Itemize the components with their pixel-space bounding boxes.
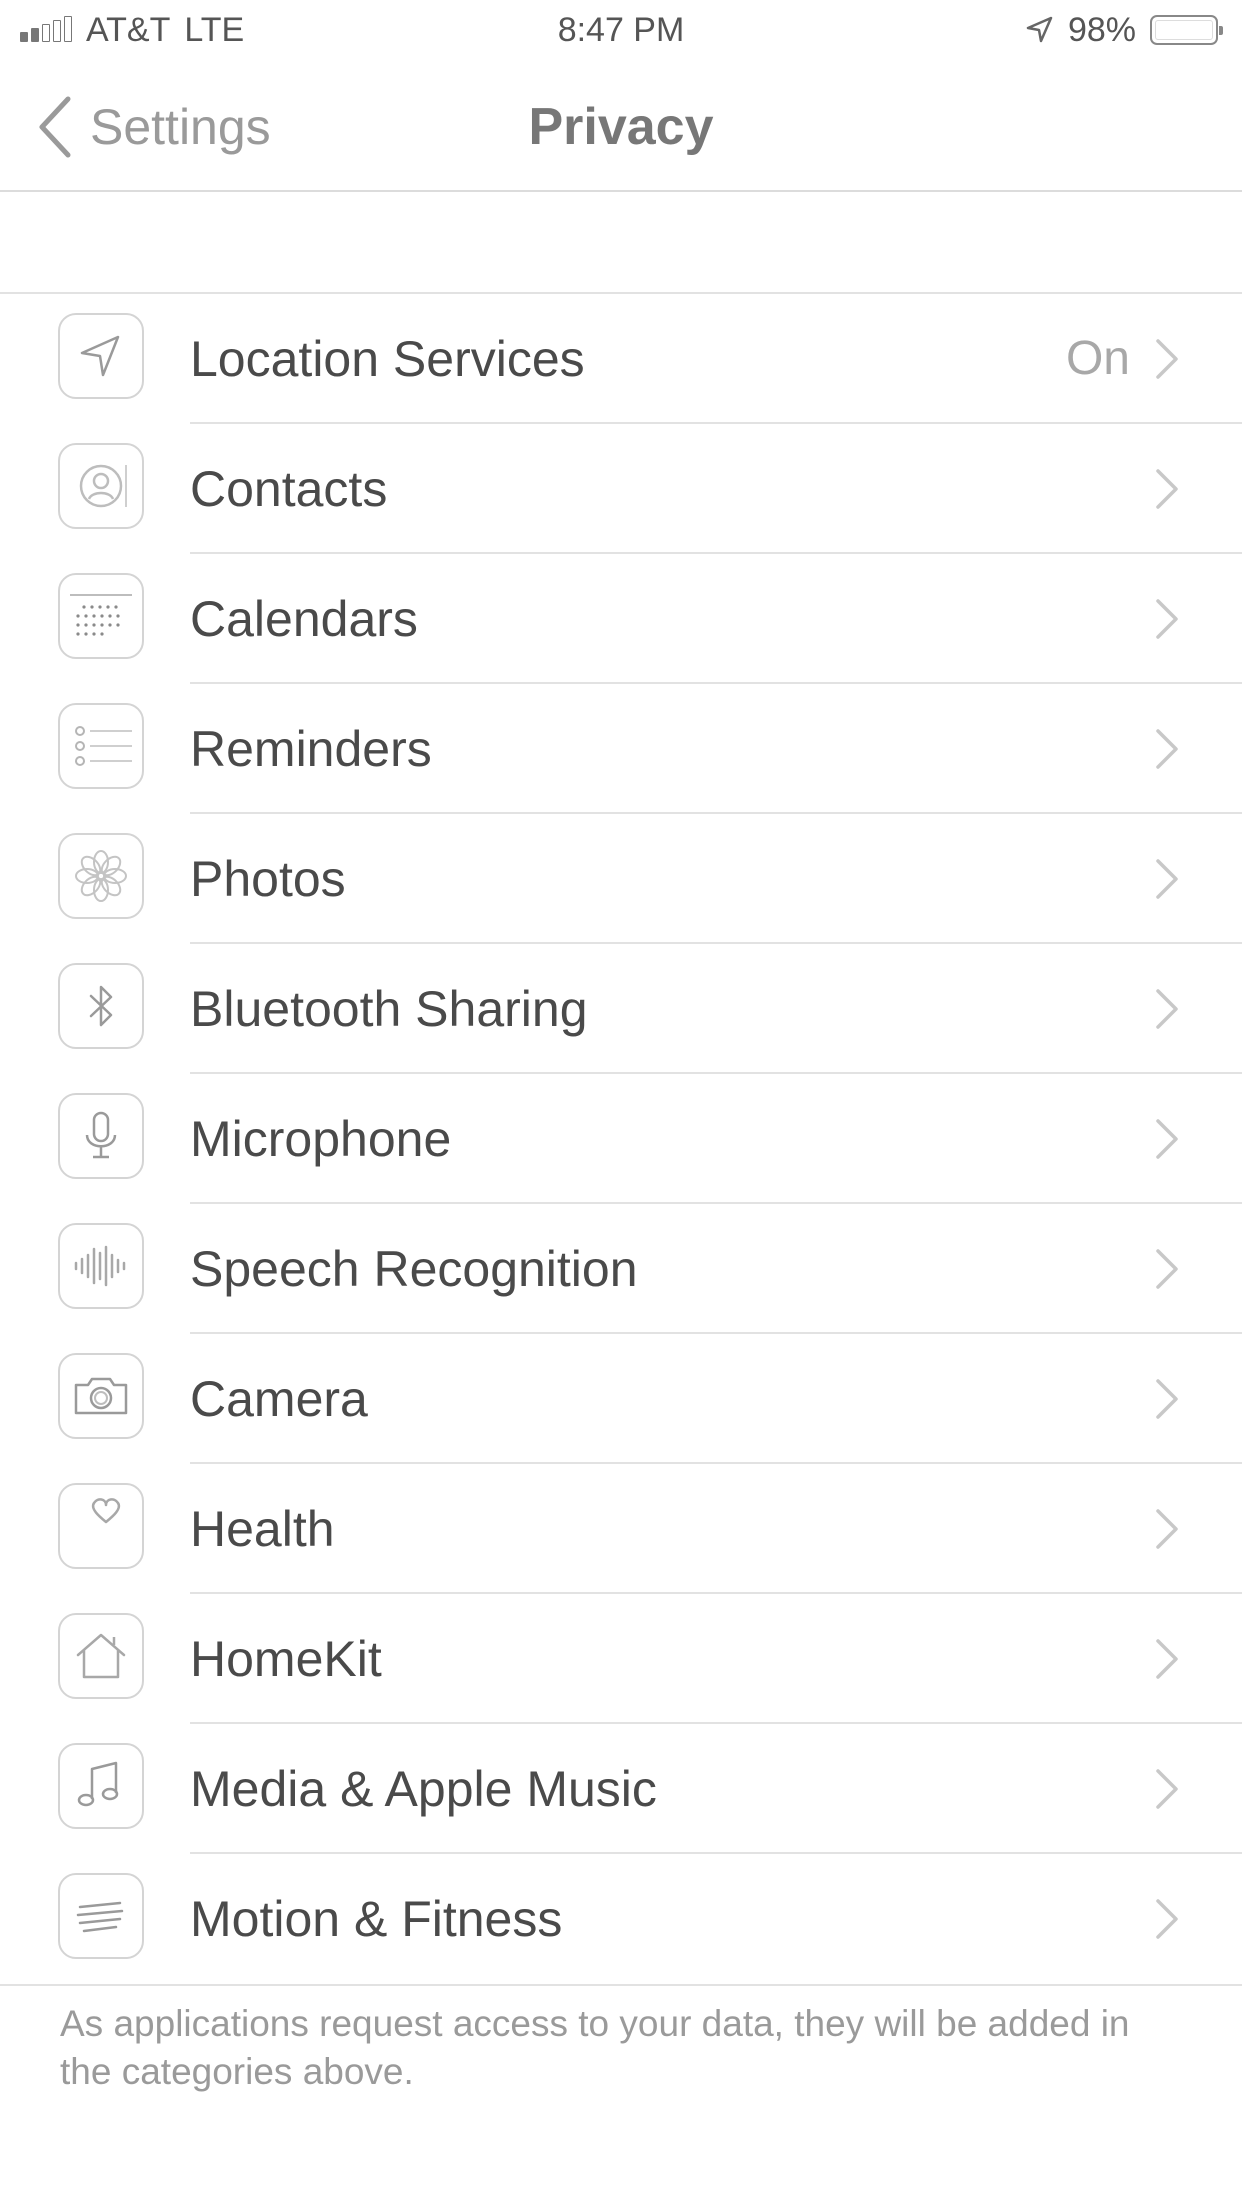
chevron-right-icon <box>1156 859 1178 899</box>
chevron-right-icon <box>1156 1769 1178 1809</box>
chevron-right-icon <box>1156 1379 1178 1419</box>
list-item-contacts[interactable]: Contacts <box>0 424 1242 554</box>
list-item-label: Media & Apple Music <box>190 1761 657 1817</box>
motion-icon <box>58 1873 144 1959</box>
location-arrow-icon <box>1026 16 1053 43</box>
list-item-location-services[interactable]: Location Services On <box>0 294 1242 424</box>
list-item-media-apple-music[interactable]: Media & Apple Music <box>0 1724 1242 1854</box>
list-item-label: HomeKit <box>190 1631 382 1687</box>
chevron-right-icon <box>1156 1119 1178 1159</box>
list-item-label: Camera <box>190 1371 368 1427</box>
list-item-bluetooth-sharing[interactable]: Bluetooth Sharing <box>0 944 1242 1074</box>
list-item-label: Contacts <box>190 461 388 517</box>
page-title: Privacy <box>528 98 714 156</box>
list-item-homekit[interactable]: HomeKit <box>0 1594 1242 1724</box>
calendar-icon <box>58 573 144 659</box>
battery-percent: 98% <box>1067 10 1136 49</box>
list-item-label: Calendars <box>190 591 418 647</box>
chevron-right-icon <box>1156 339 1178 379</box>
list-item-label: Microphone <box>190 1111 452 1167</box>
list-item-value: On <box>1065 332 1130 385</box>
list-item-microphone[interactable]: Microphone <box>0 1074 1242 1204</box>
bluetooth-icon <box>58 963 144 1049</box>
location-icon <box>58 313 144 399</box>
chevron-right-icon <box>1156 989 1178 1029</box>
chevron-right-icon <box>1156 1639 1178 1679</box>
navigation-bar: Settings Privacy <box>0 62 1242 192</box>
chevron-right-icon <box>1156 469 1178 509</box>
list-item-health[interactable]: Health <box>0 1464 1242 1594</box>
privacy-list: Location Services On Contacts Calendars … <box>0 292 1242 1986</box>
chevron-right-icon <box>1156 729 1178 769</box>
list-item-calendars[interactable]: Calendars <box>0 554 1242 684</box>
list-item-photos[interactable]: Photos <box>0 814 1242 944</box>
list-item-camera[interactable]: Camera <box>0 1334 1242 1464</box>
list-item-label: Motion & Fitness <box>190 1891 563 1947</box>
status-right: 98% <box>1024 8 1223 52</box>
list-item-label: Bluetooth Sharing <box>190 981 588 1037</box>
camera-icon <box>58 1353 144 1439</box>
photos-icon <box>58 833 144 919</box>
chevron-right-icon <box>1156 599 1178 639</box>
list-item-label: Photos <box>190 851 346 907</box>
list-item-motion-fitness[interactable]: Motion & Fitness <box>0 1854 1242 1984</box>
waveform-icon <box>58 1223 144 1309</box>
chevron-right-icon <box>1156 1509 1178 1549</box>
reminders-icon <box>58 703 144 789</box>
status-bar: AT&T LTE 8:47 PM 98% <box>0 0 1242 62</box>
heart-icon <box>58 1483 144 1569</box>
contacts-icon <box>58 443 144 529</box>
home-icon <box>58 1613 144 1699</box>
chevron-right-icon <box>1156 1899 1178 1939</box>
list-item-speech-recognition[interactable]: Speech Recognition <box>0 1204 1242 1334</box>
chevron-right-icon <box>1156 1249 1178 1289</box>
footer-note: As applications request access to your d… <box>60 2003 1130 2092</box>
microphone-icon <box>58 1093 144 1179</box>
list-item-label: Speech Recognition <box>190 1241 638 1297</box>
music-note-icon <box>58 1743 144 1829</box>
list-item-label: Reminders <box>190 721 432 777</box>
list-item-reminders[interactable]: Reminders <box>0 684 1242 814</box>
list-item-label: Health <box>190 1501 335 1557</box>
battery-icon <box>1150 15 1223 45</box>
list-item-label: Location Services <box>190 331 585 387</box>
